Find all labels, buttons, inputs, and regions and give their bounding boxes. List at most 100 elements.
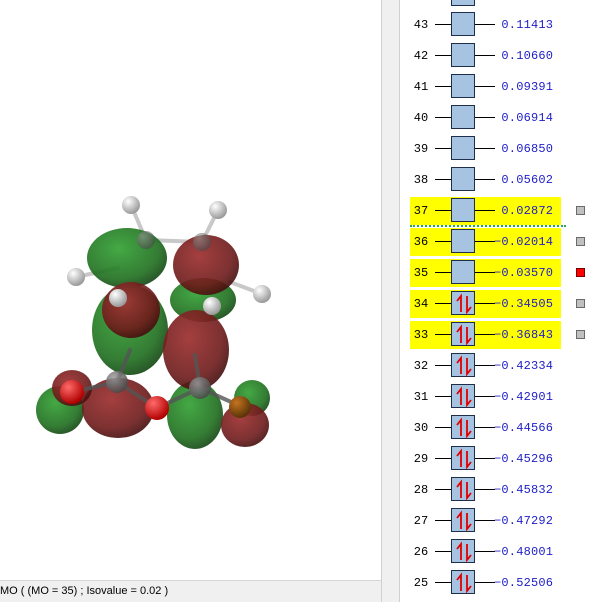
mo-level-29[interactable]: 29 −0.45296: [400, 445, 597, 476]
electron-pair-box[interactable]: [451, 508, 475, 532]
mo-number: 32: [413, 359, 429, 373]
mo-number: 41: [413, 80, 429, 94]
orbital-render[interactable]: [0, 0, 381, 580]
molecule-viewer[interactable]: [0, 0, 381, 580]
empty-level-box[interactable]: [451, 260, 475, 284]
status-text: MO ( (MO = 35) ; Isovalue = 0.02 ): [0, 585, 169, 597]
spin-arrows-icon: [456, 479, 472, 501]
mo-level-39[interactable]: 39 0.06850: [400, 135, 597, 166]
mo-level-32[interactable]: 32 −0.42334: [400, 352, 597, 383]
spin-arrows-icon: [456, 324, 472, 346]
mo-level-42[interactable]: 42 0.10660: [400, 42, 597, 73]
orbital-energy: 0.11413: [494, 18, 554, 32]
mo-number: 28: [413, 483, 429, 497]
spin-arrows-icon: [456, 541, 472, 563]
mo-level-26[interactable]: 26 −0.48001: [400, 538, 597, 569]
mo-number: 37: [413, 204, 429, 218]
orbital-energy: −0.42901: [494, 390, 554, 404]
mo-number: 34: [413, 297, 429, 311]
electron-pair-box[interactable]: [451, 322, 475, 346]
spin-arrows-icon: [456, 293, 472, 315]
mo-energy-diagram[interactable]: 43 0.11413 42 0.10660 41 0.09391 40 0.06914…: [400, 0, 597, 602]
spin-arrows-icon: [456, 510, 472, 532]
orbital-energy: 0.02872: [494, 204, 554, 218]
orbital-energy: 0.10660: [494, 49, 554, 63]
mo-number: 35: [413, 266, 429, 280]
orbital-energy: −0.45832: [494, 483, 554, 497]
empty-level-box[interactable]: [451, 12, 475, 36]
mo-level-31[interactable]: 31 −0.42901: [400, 383, 597, 414]
mo-number: 30: [413, 421, 429, 435]
mo-number: 36: [413, 235, 429, 249]
orbital-energy: −0.36843: [494, 328, 554, 342]
mo-number: 31: [413, 390, 429, 404]
orbital-energy: −0.52506: [494, 576, 554, 590]
mo-number: 25: [413, 576, 429, 590]
mo-level-30[interactable]: 30 −0.44566: [400, 414, 597, 445]
spin-arrows-icon: [456, 417, 472, 439]
orbital-energy: −0.02014: [494, 235, 554, 249]
mo-level-43[interactable]: 43 0.11413: [400, 11, 597, 42]
mo-level-35[interactable]: 35 −0.03570: [400, 259, 597, 290]
orbital-energy: −0.48001: [494, 545, 554, 559]
surface-toggle-swatch[interactable]: [576, 330, 585, 339]
electron-pair-box[interactable]: [451, 291, 475, 315]
homo-lumo-divider: [410, 225, 566, 227]
mo-level-28[interactable]: 28 −0.45832: [400, 476, 597, 507]
electron-pair-box[interactable]: [451, 539, 475, 563]
empty-level-box[interactable]: [451, 167, 475, 191]
mo-level-box[interactable]: [451, 0, 475, 6]
mo-level-25[interactable]: 25 −0.52506: [400, 569, 597, 600]
surface-toggle-swatch[interactable]: [576, 237, 585, 246]
electron-pair-box[interactable]: [451, 384, 475, 408]
mo-scrollbar[interactable]: [590, 0, 597, 602]
spin-arrows-icon: [456, 355, 472, 377]
electron-pair-box[interactable]: [451, 570, 475, 594]
orbital-energy: −0.03570: [494, 266, 554, 280]
mo-level-37[interactable]: 37 0.02872: [400, 197, 597, 228]
empty-level-box[interactable]: [451, 198, 475, 222]
orbital-energy: 0.06914: [494, 111, 554, 125]
orbital-energy: −0.47292: [494, 514, 554, 528]
mo-number: 42: [413, 49, 429, 63]
spin-arrows-icon: [456, 448, 472, 470]
electron-pair-box[interactable]: [451, 415, 475, 439]
mo-number: 38: [413, 173, 429, 187]
empty-level-box[interactable]: [451, 105, 475, 129]
electron-pair-box[interactable]: [451, 446, 475, 470]
status-bar: MO ( (MO = 35) ; Isovalue = 0.02 ): [0, 580, 381, 602]
empty-level-box[interactable]: [451, 43, 475, 67]
mo-level-27[interactable]: 27 −0.47292: [400, 507, 597, 538]
orbital-energy: −0.34505: [494, 297, 554, 311]
orbital-energy: −0.44566: [494, 421, 554, 435]
empty-level-box[interactable]: [451, 136, 475, 160]
mo-number: 39: [413, 142, 429, 156]
mo-number: 29: [413, 452, 429, 466]
orbital-energy: 0.09391: [494, 80, 554, 94]
electron-pair-box[interactable]: [451, 477, 475, 501]
electron-pair-box[interactable]: [451, 353, 475, 377]
mo-number: 43: [413, 18, 429, 32]
mo-number: 40: [413, 111, 429, 125]
mo-number: 33: [413, 328, 429, 342]
panel-splitter[interactable]: [381, 0, 400, 602]
orbital-energy: 0.06850: [494, 142, 554, 156]
mo-level-36[interactable]: 36 −0.02014: [400, 228, 597, 259]
mo-number: 26: [413, 545, 429, 559]
mo-level-38[interactable]: 38 0.05602: [400, 166, 597, 197]
surface-toggle-swatch[interactable]: [576, 268, 585, 277]
orbital-energy: −0.42334: [494, 359, 554, 373]
spin-arrows-icon: [456, 386, 472, 408]
mo-level-40[interactable]: 40 0.06914: [400, 104, 597, 135]
surface-toggle-swatch[interactable]: [576, 206, 585, 215]
orbital-energy: 0.05602: [494, 173, 554, 187]
empty-level-box[interactable]: [451, 229, 475, 253]
empty-level-box[interactable]: [451, 74, 475, 98]
mo-level-41[interactable]: 41 0.09391: [400, 73, 597, 104]
mo-level-34[interactable]: 34 −0.34505: [400, 290, 597, 321]
surface-toggle-swatch[interactable]: [576, 299, 585, 308]
mo-number: 27: [413, 514, 429, 528]
orbital-energy: −0.45296: [494, 452, 554, 466]
spin-arrows-icon: [456, 572, 472, 594]
mo-level-33[interactable]: 33 −0.36843: [400, 321, 597, 352]
